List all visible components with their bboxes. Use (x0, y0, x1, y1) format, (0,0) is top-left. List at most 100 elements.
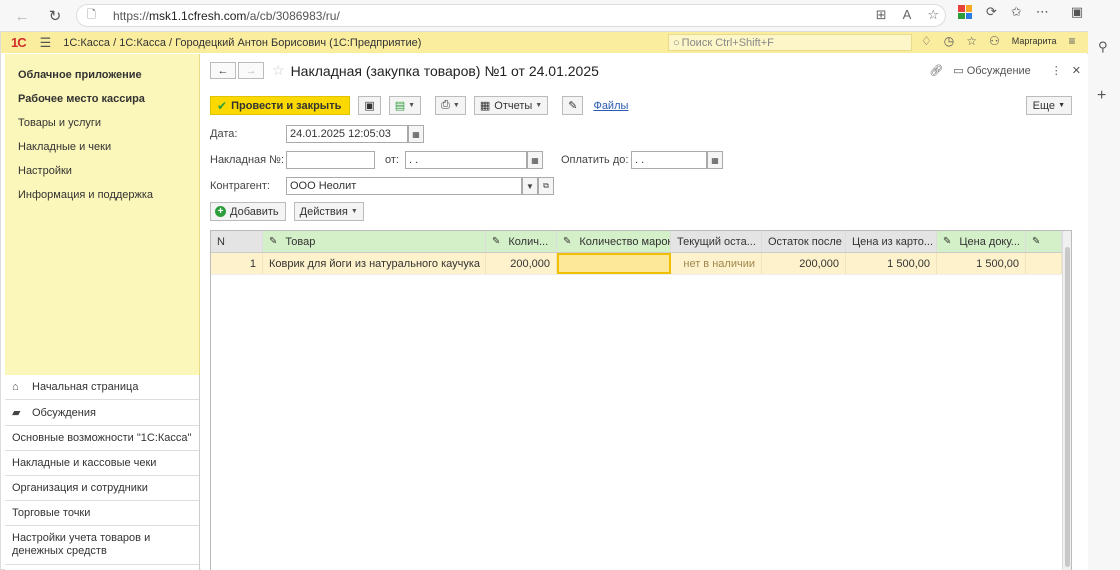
sidebar-item-points-of-sale[interactable]: Торговые точки (5, 501, 199, 526)
column-header-n[interactable]: N (211, 231, 263, 252)
chevron-down-icon: ▼ (408, 102, 416, 109)
browser-toolbar: ← ↻ 🗋 https://msk1.1cfresh.com/a/cb/3086… (0, 0, 1120, 31)
sidebar-item-main-features[interactable]: Основные возможности "1С:Касса" (5, 426, 199, 451)
back-arrow-button[interactable]: ← (210, 62, 236, 79)
link-icon[interactable]: 🔗︎ (929, 64, 943, 77)
apps-icon[interactable]: ⊞ (876, 7, 887, 23)
more-button[interactable]: Еще ▼ (1025, 96, 1072, 115)
cell-stock-after[interactable]: 200,000 (762, 253, 846, 274)
extension-icon[interactable] (958, 5, 972, 19)
table-row[interactable]: 1 Коврик для йоги из натурального каучук… (211, 253, 1071, 275)
sidebar-item-discussions[interactable]: ▰ Обсуждения (5, 400, 199, 426)
forward-arrow-button[interactable]: → (238, 62, 264, 79)
column-header-marks[interactable]: ✎ Количество марок (557, 231, 671, 252)
calendar-icon[interactable]: ▦ (408, 125, 424, 143)
history-icon[interactable]: ◷ (944, 34, 954, 48)
read-aloud-icon[interactable]: A (903, 7, 912, 23)
global-search-input[interactable]: ○ Поиск Ctrl+Shift+F (668, 34, 912, 51)
invoice-number-field[interactable] (286, 151, 375, 169)
menu-icon[interactable]: ⋯ (1036, 4, 1049, 20)
calendar-icon[interactable]: ▦ (707, 151, 723, 169)
attach-button[interactable]: ✎ (562, 96, 584, 115)
cell-current-stock[interactable]: нет в наличии (671, 253, 762, 274)
user-icon[interactable]: ⚇ (989, 34, 1000, 48)
invoice-date-label: от: (385, 154, 399, 166)
invoice-date-field[interactable]: . . (405, 151, 527, 169)
more-options-icon[interactable]: ⋮ (1051, 64, 1062, 77)
search-icon: ○ (673, 36, 680, 49)
copilot-icon[interactable]: ⟳ (986, 4, 997, 20)
sidebar-item-info[interactable]: Информация и поддержка (5, 183, 199, 207)
post-and-close-button[interactable]: ✔ Провести и закрыть (210, 96, 351, 115)
column-header-current-stock[interactable]: Текущий оста... (671, 231, 762, 252)
table-scrollbar[interactable] (1062, 231, 1071, 570)
add-row-button[interactable]: + Добавить (210, 202, 286, 221)
chevron-down-icon: ▼ (1058, 102, 1065, 109)
sidebar-item-invoices[interactable]: Накладные и чеки (5, 135, 199, 159)
open-icon[interactable]: ⧉ (538, 177, 554, 195)
column-header-item[interactable]: ✎ Товар (263, 231, 486, 252)
sidebar-toggle-icon[interactable]: ▣ (1071, 4, 1083, 20)
calendar-icon[interactable]: ▦ (527, 151, 543, 169)
column-header-qty[interactable]: ✎ Колич... (486, 231, 557, 252)
counterparty-field[interactable]: ООО Неолит (286, 177, 522, 195)
cell-n[interactable]: 1 (211, 253, 263, 274)
discussion-button[interactable]: ▭ Обсуждение (953, 64, 1031, 77)
sidebar-item-settings[interactable]: Настройки (5, 159, 199, 183)
close-icon[interactable]: ✕ (1072, 64, 1081, 77)
favorites-icon[interactable]: ☆ (966, 34, 977, 48)
url-scheme: https:// (113, 8, 150, 23)
create-based-on-button[interactable]: ▤ ▼ (388, 96, 422, 115)
cell-marks[interactable] (557, 253, 671, 274)
sidebar-item-goods[interactable]: Товары и услуги (5, 111, 199, 135)
pencil-icon: ✎ (269, 236, 278, 247)
goods-table: N ✎ Товар ✎ Колич... ✎ Количество марок Тек… (210, 230, 1072, 570)
pay-by-field[interactable]: . . (631, 151, 707, 169)
search-icon[interactable]: ⚲ (1098, 39, 1108, 55)
actions-button[interactable]: Действия ▼ (293, 202, 364, 221)
date-field[interactable]: 24.01.2025 12:05:03 (286, 125, 408, 143)
reload-icon[interactable]: ↻ (42, 3, 68, 29)
column-header-doc-price[interactable]: ✎ Цена доку... (937, 231, 1026, 252)
date-label: Дата: (210, 128, 238, 140)
more-menu-icon[interactable]: ≡ (1069, 34, 1076, 48)
files-link[interactable]: Файлы (593, 100, 628, 112)
app-title: 1С:Касса / 1С:Касса / Городецкий Антон Б… (63, 36, 422, 49)
favorite-star-icon[interactable]: ☆ (272, 62, 285, 79)
app-header: 1С ☰ 1С:Касса / 1С:Касса / Городецкий Ан… (1, 32, 1089, 53)
back-icon[interactable]: ← (9, 3, 35, 29)
cell-qty[interactable]: 200,000 (486, 253, 557, 274)
cell-doc-price[interactable]: 1 500,00 (937, 253, 1026, 274)
column-header-card-price[interactable]: Цена из карто... (846, 231, 937, 252)
bell-icon[interactable]: ♢ (921, 34, 932, 48)
add-icon[interactable]: + (1097, 87, 1106, 105)
pencil-icon: ✎ (492, 236, 501, 247)
main-menu-icon[interactable]: ☰ (40, 35, 52, 51)
sidebar-open-windows: ⌂ Начальная страница ▰ Обсуждения Основн… (5, 375, 200, 570)
chevron-down-icon: ▼ (535, 102, 543, 109)
sidebar-item-cashier-workplace[interactable]: Рабочее место кассира (5, 87, 199, 111)
sidebar-item-cloud-app[interactable]: Облачное приложение (5, 63, 199, 87)
favorite-icon[interactable]: ☆ (927, 7, 939, 23)
scrollbar-thumb[interactable] (1065, 247, 1070, 567)
favorites-bar-icon[interactable]: ✩ (1011, 4, 1022, 20)
save-button[interactable]: ▣ (358, 96, 381, 115)
sidebar-item-home[interactable]: ⌂ Начальная страница (5, 375, 199, 400)
sidebar-item-organization[interactable]: Организация и сотрудники (5, 476, 199, 501)
reports-button[interactable]: ▦ Отчеты ▼ (473, 96, 549, 115)
column-header-extra[interactable]: ✎ (1026, 231, 1062, 252)
column-header-stock-after[interactable]: Остаток после (762, 231, 846, 252)
pencil-icon: ✎ (943, 236, 952, 247)
print-button[interactable]: ⎙ ▼ (435, 96, 466, 115)
logo-1c: 1С (11, 35, 27, 50)
user-name[interactable]: Маргарита (1012, 36, 1057, 46)
address-bar[interactable]: 🗋 https://msk1.1cfresh.com/a/cb/3086983/… (76, 4, 946, 27)
cell-card-price[interactable]: 1 500,00 (846, 253, 937, 274)
site-info-icon[interactable]: 🗋 (87, 6, 101, 25)
sidebar-item-accounting-settings[interactable]: Настройки учета товаров и денежных средс… (5, 526, 199, 565)
sidebar-item-invoices-receipts[interactable]: Накладные и кассовые чеки (5, 451, 199, 476)
cell-item[interactable]: Коврик для йоги из натурального каучука (263, 253, 486, 274)
cell-extra[interactable] (1026, 253, 1062, 274)
home-icon: ⌂ (12, 381, 19, 393)
chevron-down-icon[interactable]: ▼ (522, 177, 538, 195)
